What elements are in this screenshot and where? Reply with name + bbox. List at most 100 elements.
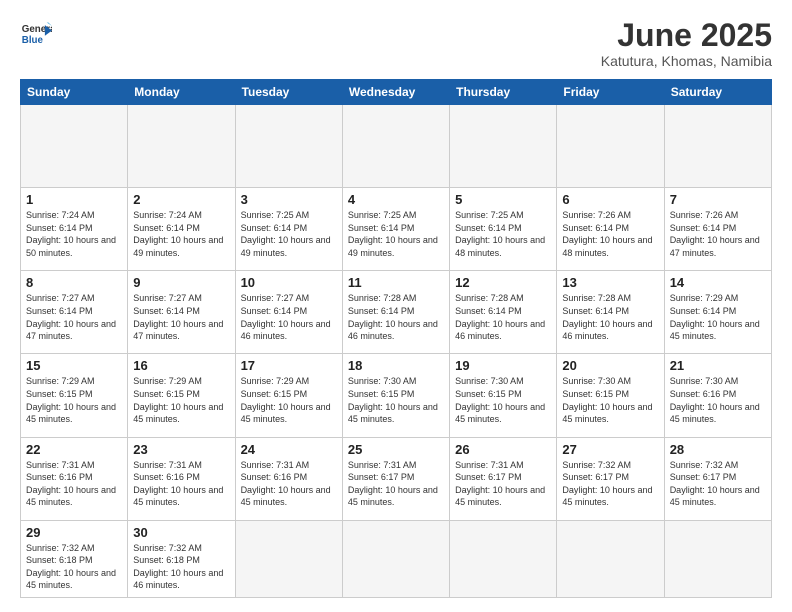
day-number: 8 (26, 275, 122, 290)
day-number: 27 (562, 442, 658, 457)
day-number: 29 (26, 525, 122, 540)
table-row (664, 520, 771, 597)
day-info: Sunrise: 7:31 AM Sunset: 6:17 PM Dayligh… (455, 459, 551, 509)
day-number: 1 (26, 192, 122, 207)
table-row: 22 Sunrise: 7:31 AM Sunset: 6:16 PM Dayl… (21, 437, 128, 520)
table-row: 15 Sunrise: 7:29 AM Sunset: 6:15 PM Dayl… (21, 354, 128, 437)
col-sunday: Sunday (21, 80, 128, 105)
day-number: 13 (562, 275, 658, 290)
table-row: 19 Sunrise: 7:30 AM Sunset: 6:15 PM Dayl… (450, 354, 557, 437)
table-row: 27 Sunrise: 7:32 AM Sunset: 6:17 PM Dayl… (557, 437, 664, 520)
day-number: 4 (348, 192, 444, 207)
day-info: Sunrise: 7:30 AM Sunset: 6:15 PM Dayligh… (455, 375, 551, 425)
day-info: Sunrise: 7:29 AM Sunset: 6:15 PM Dayligh… (26, 375, 122, 425)
day-info: Sunrise: 7:26 AM Sunset: 6:14 PM Dayligh… (562, 209, 658, 259)
table-row: 12 Sunrise: 7:28 AM Sunset: 6:14 PM Dayl… (450, 271, 557, 354)
day-info: Sunrise: 7:30 AM Sunset: 6:15 PM Dayligh… (348, 375, 444, 425)
day-info: Sunrise: 7:31 AM Sunset: 6:17 PM Dayligh… (348, 459, 444, 509)
day-info: Sunrise: 7:32 AM Sunset: 6:17 PM Dayligh… (562, 459, 658, 509)
header-row: Sunday Monday Tuesday Wednesday Thursday… (21, 80, 772, 105)
calendar-table: Sunday Monday Tuesday Wednesday Thursday… (20, 79, 772, 598)
day-info: Sunrise: 7:25 AM Sunset: 6:14 PM Dayligh… (348, 209, 444, 259)
day-info: Sunrise: 7:28 AM Sunset: 6:14 PM Dayligh… (455, 292, 551, 342)
table-row: 17 Sunrise: 7:29 AM Sunset: 6:15 PM Dayl… (235, 354, 342, 437)
location: Katutura, Khomas, Namibia (601, 53, 772, 69)
table-row: 18 Sunrise: 7:30 AM Sunset: 6:15 PM Dayl… (342, 354, 449, 437)
day-number: 3 (241, 192, 337, 207)
table-row (342, 520, 449, 597)
day-info: Sunrise: 7:27 AM Sunset: 6:14 PM Dayligh… (26, 292, 122, 342)
table-row (557, 105, 664, 188)
table-row (450, 520, 557, 597)
day-info: Sunrise: 7:31 AM Sunset: 6:16 PM Dayligh… (133, 459, 229, 509)
svg-text:Blue: Blue (22, 35, 44, 46)
table-row (235, 520, 342, 597)
day-number: 14 (670, 275, 766, 290)
day-number: 18 (348, 358, 444, 373)
calendar-page: General Blue June 2025 Katutura, Khomas,… (0, 0, 792, 612)
day-info: Sunrise: 7:30 AM Sunset: 6:16 PM Dayligh… (670, 375, 766, 425)
table-row: 5 Sunrise: 7:25 AM Sunset: 6:14 PM Dayli… (450, 188, 557, 271)
day-number: 21 (670, 358, 766, 373)
table-row: 26 Sunrise: 7:31 AM Sunset: 6:17 PM Dayl… (450, 437, 557, 520)
day-number: 22 (26, 442, 122, 457)
day-number: 16 (133, 358, 229, 373)
day-number: 26 (455, 442, 551, 457)
day-info: Sunrise: 7:25 AM Sunset: 6:14 PM Dayligh… (241, 209, 337, 259)
table-row: 29 Sunrise: 7:32 AM Sunset: 6:18 PM Dayl… (21, 520, 128, 597)
table-row: 16 Sunrise: 7:29 AM Sunset: 6:15 PM Dayl… (128, 354, 235, 437)
day-number: 15 (26, 358, 122, 373)
day-info: Sunrise: 7:30 AM Sunset: 6:15 PM Dayligh… (562, 375, 658, 425)
table-row: 25 Sunrise: 7:31 AM Sunset: 6:17 PM Dayl… (342, 437, 449, 520)
table-row: 14 Sunrise: 7:29 AM Sunset: 6:14 PM Dayl… (664, 271, 771, 354)
table-row: 7 Sunrise: 7:26 AM Sunset: 6:14 PM Dayli… (664, 188, 771, 271)
logo-icon: General Blue (20, 18, 52, 50)
day-number: 17 (241, 358, 337, 373)
day-number: 24 (241, 442, 337, 457)
day-number: 7 (670, 192, 766, 207)
day-number: 23 (133, 442, 229, 457)
title-block: June 2025 Katutura, Khomas, Namibia (601, 18, 772, 69)
table-row: 4 Sunrise: 7:25 AM Sunset: 6:14 PM Dayli… (342, 188, 449, 271)
day-number: 2 (133, 192, 229, 207)
table-row: 3 Sunrise: 7:25 AM Sunset: 6:14 PM Dayli… (235, 188, 342, 271)
day-info: Sunrise: 7:32 AM Sunset: 6:18 PM Dayligh… (133, 542, 229, 592)
day-number: 20 (562, 358, 658, 373)
header: General Blue June 2025 Katutura, Khomas,… (20, 18, 772, 69)
day-info: Sunrise: 7:24 AM Sunset: 6:14 PM Dayligh… (133, 209, 229, 259)
col-thursday: Thursday (450, 80, 557, 105)
day-info: Sunrise: 7:25 AM Sunset: 6:14 PM Dayligh… (455, 209, 551, 259)
table-row: 9 Sunrise: 7:27 AM Sunset: 6:14 PM Dayli… (128, 271, 235, 354)
table-row: 10 Sunrise: 7:27 AM Sunset: 6:14 PM Dayl… (235, 271, 342, 354)
day-number: 6 (562, 192, 658, 207)
day-info: Sunrise: 7:27 AM Sunset: 6:14 PM Dayligh… (133, 292, 229, 342)
day-info: Sunrise: 7:29 AM Sunset: 6:14 PM Dayligh… (670, 292, 766, 342)
table-row: 28 Sunrise: 7:32 AM Sunset: 6:17 PM Dayl… (664, 437, 771, 520)
day-number: 11 (348, 275, 444, 290)
col-tuesday: Tuesday (235, 80, 342, 105)
table-row: 6 Sunrise: 7:26 AM Sunset: 6:14 PM Dayli… (557, 188, 664, 271)
table-row: 30 Sunrise: 7:32 AM Sunset: 6:18 PM Dayl… (128, 520, 235, 597)
table-row (21, 105, 128, 188)
day-number: 9 (133, 275, 229, 290)
table-row (557, 520, 664, 597)
table-row: 13 Sunrise: 7:28 AM Sunset: 6:14 PM Dayl… (557, 271, 664, 354)
table-row (664, 105, 771, 188)
table-row: 24 Sunrise: 7:31 AM Sunset: 6:16 PM Dayl… (235, 437, 342, 520)
table-row (342, 105, 449, 188)
day-number: 12 (455, 275, 551, 290)
col-wednesday: Wednesday (342, 80, 449, 105)
table-row (450, 105, 557, 188)
table-row: 21 Sunrise: 7:30 AM Sunset: 6:16 PM Dayl… (664, 354, 771, 437)
day-number: 5 (455, 192, 551, 207)
day-info: Sunrise: 7:29 AM Sunset: 6:15 PM Dayligh… (241, 375, 337, 425)
month-year: June 2025 (601, 18, 772, 53)
table-row: 11 Sunrise: 7:28 AM Sunset: 6:14 PM Dayl… (342, 271, 449, 354)
day-number: 30 (133, 525, 229, 540)
day-info: Sunrise: 7:28 AM Sunset: 6:14 PM Dayligh… (562, 292, 658, 342)
table-row: 23 Sunrise: 7:31 AM Sunset: 6:16 PM Dayl… (128, 437, 235, 520)
day-info: Sunrise: 7:29 AM Sunset: 6:15 PM Dayligh… (133, 375, 229, 425)
logo: General Blue (20, 18, 52, 50)
col-saturday: Saturday (664, 80, 771, 105)
day-info: Sunrise: 7:27 AM Sunset: 6:14 PM Dayligh… (241, 292, 337, 342)
